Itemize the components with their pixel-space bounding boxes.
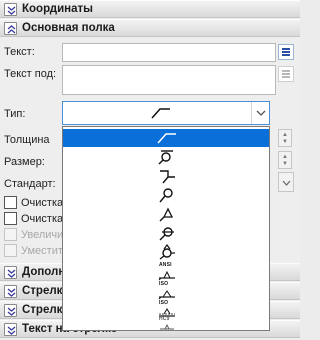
chevron-down-icon[interactable] xyxy=(4,304,17,317)
chevron-down-icon[interactable] xyxy=(4,266,17,279)
step-line-icon xyxy=(160,170,175,184)
thickness-label: Толщина xyxy=(4,134,50,146)
text-under-edit-button[interactable] xyxy=(278,66,294,82)
type-dropdown-list: ANSI ISO ISO HC9 xyxy=(62,126,270,331)
checkbox-fit[interactable] xyxy=(4,244,17,257)
type-option-1[interactable] xyxy=(63,129,269,147)
standard-label: Стандарт: xyxy=(4,178,56,190)
type-option-9[interactable]: ISO xyxy=(63,281,269,300)
circle-triangle-icon xyxy=(159,244,175,260)
section-title: Координаты xyxy=(22,3,93,15)
type-option-5[interactable] xyxy=(63,205,269,223)
type-combobox[interactable] xyxy=(62,101,270,125)
chevron-down-icon[interactable] xyxy=(4,285,17,298)
text-label: Текст: xyxy=(4,46,35,58)
text-under-label: Текст под: xyxy=(4,68,57,80)
chevron-down-icon[interactable] xyxy=(4,323,17,336)
circle-leader-icon xyxy=(159,188,173,203)
type-option-2[interactable] xyxy=(63,148,269,166)
thickness-stepper[interactable]: ▲ ▼ xyxy=(278,129,292,147)
type-option-3[interactable] xyxy=(63,167,269,185)
chevron-up-icon[interactable] xyxy=(4,22,17,35)
checkbox-clear-1[interactable] xyxy=(4,196,17,209)
size-stepper[interactable]: ▲ ▼ xyxy=(278,151,292,169)
circle-target-icon xyxy=(158,150,173,165)
checkbox-label: Увеличи xyxy=(21,229,64,241)
ansi-weld-icon xyxy=(158,270,175,281)
hc9-weld-icon xyxy=(160,323,174,330)
standard-dropdown-button[interactable] xyxy=(278,172,294,192)
size-label: Размер: xyxy=(4,156,45,168)
section-coordinates[interactable]: Координаты xyxy=(0,0,300,18)
leader-line-icon xyxy=(157,133,176,144)
type-option-8[interactable]: ANSI xyxy=(63,262,269,281)
type-option-4[interactable] xyxy=(63,186,269,204)
checkbox-label: Уместит xyxy=(21,245,63,257)
text-under-input[interactable] xyxy=(62,65,276,95)
chevron-down-icon[interactable] xyxy=(251,102,269,124)
text-edit-button[interactable] xyxy=(278,44,294,60)
iso-weld-icon xyxy=(158,290,175,300)
section-title: Стрелк xyxy=(22,285,63,297)
checkbox-label: Очистка xyxy=(21,213,64,225)
type-option-11[interactable]: HC9 xyxy=(63,316,269,330)
chevron-down-icon[interactable] xyxy=(4,3,17,16)
triangle-leader-icon xyxy=(159,207,174,222)
checkbox-clear-2[interactable] xyxy=(4,212,17,225)
text-input[interactable] xyxy=(62,43,276,62)
type-label: Тип: xyxy=(4,108,26,120)
section-title: Основная полка xyxy=(22,22,115,34)
type-option-7[interactable] xyxy=(63,243,269,261)
properties-panel: Координаты Основная полка Текст: Текст п… xyxy=(0,0,300,340)
section-title: Дополн xyxy=(22,266,66,278)
checkbox-label: Очистка xyxy=(21,197,64,209)
section-main-shelf[interactable]: Основная полка xyxy=(0,19,300,37)
checkbox-enlarge[interactable] xyxy=(4,228,17,241)
type-option-6[interactable] xyxy=(63,224,269,242)
circle-dash-icon xyxy=(159,227,174,241)
section-title: Стрелк xyxy=(22,304,63,316)
